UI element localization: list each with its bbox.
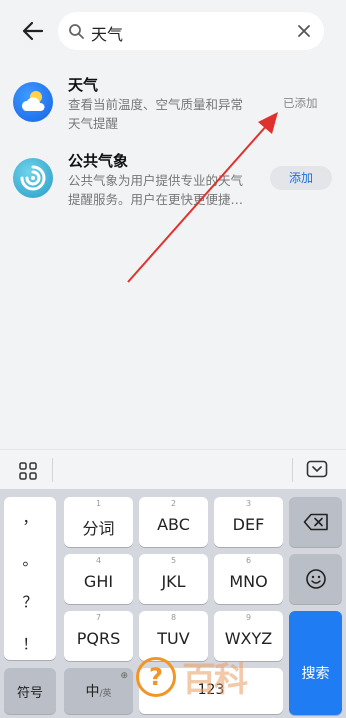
result-title: 公共气象 — [68, 152, 129, 170]
key-7[interactable]: 7 PQRS — [64, 611, 133, 661]
punct-exclaim-key[interactable]: ！ — [4, 633, 56, 654]
clear-icon[interactable] — [296, 23, 312, 39]
key-4[interactable]: 4 GHI — [64, 554, 133, 604]
symbol-key[interactable]: 符号 — [4, 668, 56, 714]
keyboard-toolbar — [0, 449, 346, 489]
hide-keyboard-icon[interactable] — [306, 460, 328, 480]
key-6[interactable]: 6 MNO — [214, 554, 283, 604]
search-input[interactable]: 天气 — [91, 21, 123, 45]
emoji-icon — [305, 569, 326, 589]
result-description: 公共气象为用户提供专业的天气 提醒服务。用户在更快更便捷… — [68, 173, 244, 207]
key-5[interactable]: 5 JKL — [139, 554, 208, 604]
divider — [52, 458, 53, 482]
punct-question-key[interactable]: ？ — [4, 591, 56, 612]
language-switch-key[interactable]: 中/英 ⊕ — [64, 668, 133, 714]
added-status: 已添加 — [283, 96, 318, 110]
search-bar[interactable]: 天气 — [58, 12, 324, 50]
search-key[interactable]: 搜索 — [289, 611, 342, 715]
globe-icon: ⊕ — [120, 671, 128, 681]
result-item-weather[interactable]: 天气 查看当前温度、空气质量和异常 天气提醒 已添加 — [0, 68, 346, 138]
punctuation-column[interactable]: ， 。 ？ ！ — [4, 497, 56, 660]
punct-comma-key[interactable]: ， — [4, 507, 56, 528]
backspace-key[interactable] — [289, 497, 342, 547]
result-description: 查看当前温度、空气质量和异常 天气提醒 — [68, 97, 244, 131]
watermark-text: 百科 — [182, 660, 248, 700]
key-1[interactable]: 1 分词 — [64, 497, 133, 547]
result-item-public-weather[interactable]: 公共气象 公共气象为用户提供专业的天气 提醒服务。用户在更快更便捷… 添加 — [0, 146, 346, 216]
result-title: 天气 — [68, 76, 99, 94]
add-button[interactable]: 添加 — [270, 166, 332, 190]
public-weather-app-icon — [13, 158, 53, 198]
backspace-icon — [303, 513, 328, 531]
weather-app-icon — [13, 82, 53, 122]
grid-menu-icon[interactable] — [18, 461, 38, 481]
search-icon — [69, 24, 84, 39]
back-arrow-icon[interactable] — [20, 18, 46, 44]
divider — [292, 458, 293, 482]
key-3[interactable]: 3 DEF — [214, 497, 283, 547]
punct-period-key[interactable]: 。 — [4, 549, 56, 570]
watermark-logo-icon: ? — [136, 657, 176, 697]
key-2[interactable]: 2 ABC — [139, 497, 208, 547]
emoji-key[interactable] — [289, 554, 342, 604]
